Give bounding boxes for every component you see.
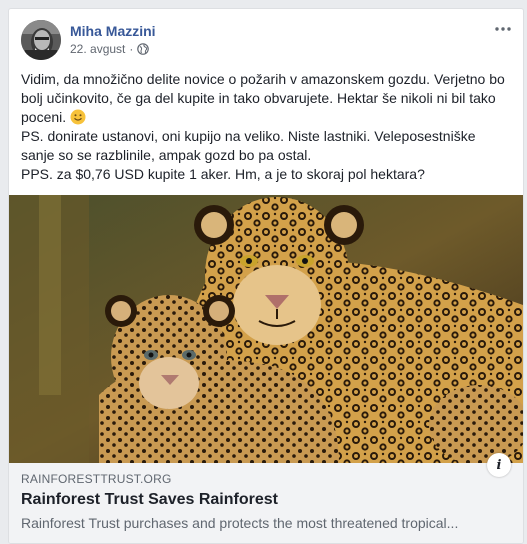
post-text-line-1: Vidim, da množično delite novice o požar… bbox=[21, 71, 505, 125]
more-options-button[interactable] bbox=[493, 21, 513, 37]
post-text-pps: PPS. za $0,76 USD kupite 1 aker. Hm, a j… bbox=[21, 166, 425, 182]
info-button[interactable]: i bbox=[487, 453, 511, 477]
avatar[interactable] bbox=[21, 20, 61, 60]
more-horizontal-icon bbox=[495, 27, 511, 31]
meta-separator: · bbox=[129, 42, 134, 56]
link-preview-card[interactable]: i RAINFORESTTRUST.ORG Rainforest Trust S… bbox=[9, 195, 523, 543]
post-date[interactable]: 22. avgust bbox=[70, 42, 125, 56]
link-preview-image[interactable] bbox=[9, 195, 523, 463]
facebook-post: Miha Mazzini 22. avgust · Vidim, da množ… bbox=[8, 8, 524, 544]
link-domain[interactable]: RAINFORESTTRUST.ORG bbox=[21, 472, 171, 486]
post-meta: 22. avgust · bbox=[70, 42, 150, 56]
smile-emoji-icon bbox=[70, 109, 86, 125]
avatar-photo bbox=[21, 20, 61, 60]
jaguar-photo bbox=[9, 195, 523, 463]
link-title[interactable]: Rainforest Trust Saves Rainforest bbox=[21, 491, 278, 509]
post-text-paragraph: Vidim, da množično delite novice o požar… bbox=[21, 70, 511, 127]
post-text-ps: PS. donirate ustanovi, oni kupijo na vel… bbox=[21, 128, 476, 163]
globe-icon[interactable] bbox=[137, 43, 150, 55]
post-text: Vidim, da množično delite novice o požar… bbox=[21, 70, 511, 184]
author-name[interactable]: Miha Mazzini bbox=[70, 23, 156, 39]
link-description[interactable]: Rainforest Trust purchases and protects … bbox=[21, 515, 491, 531]
